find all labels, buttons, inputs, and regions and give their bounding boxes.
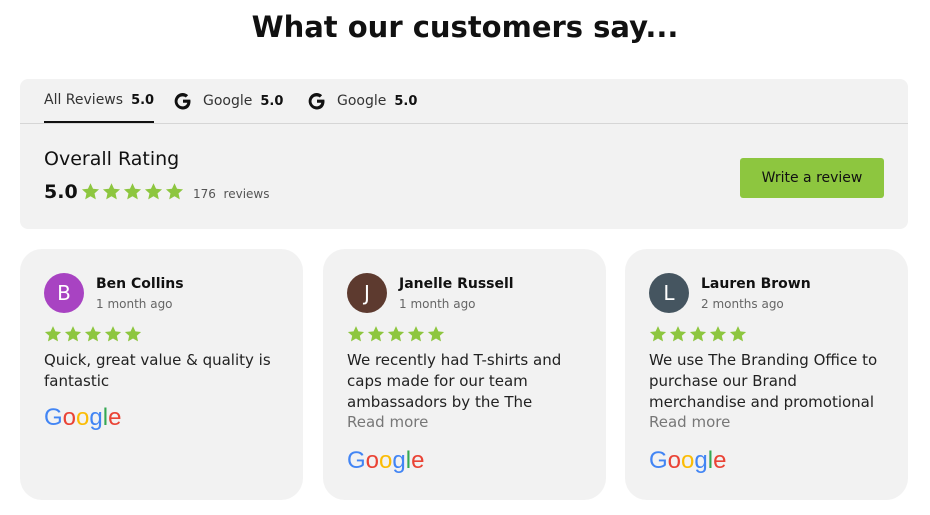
review-star-rating (44, 325, 142, 343)
star-icon (649, 326, 667, 342)
google-g-icon (307, 91, 327, 111)
star-icon (84, 326, 102, 342)
star-icon (367, 326, 385, 342)
star-icon (64, 326, 82, 342)
reviewer-name: Janelle Russell (399, 276, 514, 292)
star-icon (669, 326, 687, 342)
star-icon (102, 183, 121, 200)
star-icon (44, 326, 62, 342)
star-icon (165, 183, 184, 200)
review-card: J Janelle Russell 1 month ago We recentl… (323, 249, 606, 500)
rating-summary-panel: All Reviews 5.0 Google 5.0 Google 5.0 Ov… (20, 79, 908, 229)
tab-score: 5.0 (260, 93, 284, 109)
svg-text:Google: Google (44, 404, 121, 431)
review-star-rating (649, 325, 747, 343)
reviewer-name: Ben Collins (96, 276, 184, 292)
tab-google-2[interactable]: Google 5.0 (307, 79, 417, 123)
overall-star-rating (81, 182, 184, 201)
overall-rating-label: Overall Rating (44, 148, 180, 170)
review-count-suffix: reviews (223, 187, 270, 201)
page-title: What our customers say... (251, 10, 679, 44)
star-icon (387, 326, 405, 342)
svg-text:Google: Google (649, 447, 726, 474)
avatar: L (649, 273, 689, 313)
star-icon (729, 326, 747, 342)
review-card: L Lauren Brown 2 months ago We use The B… (625, 249, 908, 500)
review-source-tabs: All Reviews 5.0 Google 5.0 Google 5.0 (20, 79, 908, 124)
review-count: 176 reviews (193, 187, 269, 201)
review-date: 2 months ago (701, 297, 784, 311)
review-text: Quick, great value & quality is fantasti… (44, 351, 271, 390)
google-logo-icon: Google (649, 447, 727, 479)
star-icon (81, 183, 100, 200)
tab-label: Google (203, 93, 253, 109)
reviewer-name: Lauren Brown (701, 276, 811, 292)
overall-rating-score: 5.0 (44, 181, 78, 203)
star-icon (427, 326, 445, 342)
review-text: We use The Branding Office to purchase o… (649, 351, 878, 411)
google-logo-icon: Google (347, 447, 425, 479)
star-icon (123, 183, 142, 200)
tab-score: 5.0 (131, 92, 155, 108)
google-logo-icon: Google (44, 404, 122, 436)
review-star-rating (347, 325, 445, 343)
tab-label: Google (337, 93, 387, 109)
avatar: B (44, 273, 84, 313)
review-date: 1 month ago (399, 297, 476, 311)
star-icon (689, 326, 707, 342)
read-more-link[interactable]: Read more (649, 413, 730, 431)
review-card: B Ben Collins 1 month ago Quick, great v… (20, 249, 303, 500)
star-icon (347, 326, 365, 342)
tab-label: All Reviews (44, 92, 124, 108)
star-icon (144, 183, 163, 200)
review-date: 1 month ago (96, 297, 173, 311)
tab-score: 5.0 (394, 93, 418, 109)
star-icon (124, 326, 142, 342)
star-icon (407, 326, 425, 342)
review-count-number: 176 (193, 187, 216, 201)
star-icon (104, 326, 122, 342)
review-text: We recently had T-shirts and caps made f… (347, 351, 562, 411)
tab-all-reviews[interactable]: All Reviews 5.0 (44, 79, 155, 123)
read-more-link[interactable]: Read more (347, 413, 428, 431)
avatar: J (347, 273, 387, 313)
google-g-icon (173, 91, 193, 111)
write-review-button[interactable]: Write a review (740, 158, 884, 198)
tab-google-1[interactable]: Google 5.0 (173, 79, 283, 123)
svg-text:Google: Google (347, 447, 424, 474)
star-icon (709, 326, 727, 342)
